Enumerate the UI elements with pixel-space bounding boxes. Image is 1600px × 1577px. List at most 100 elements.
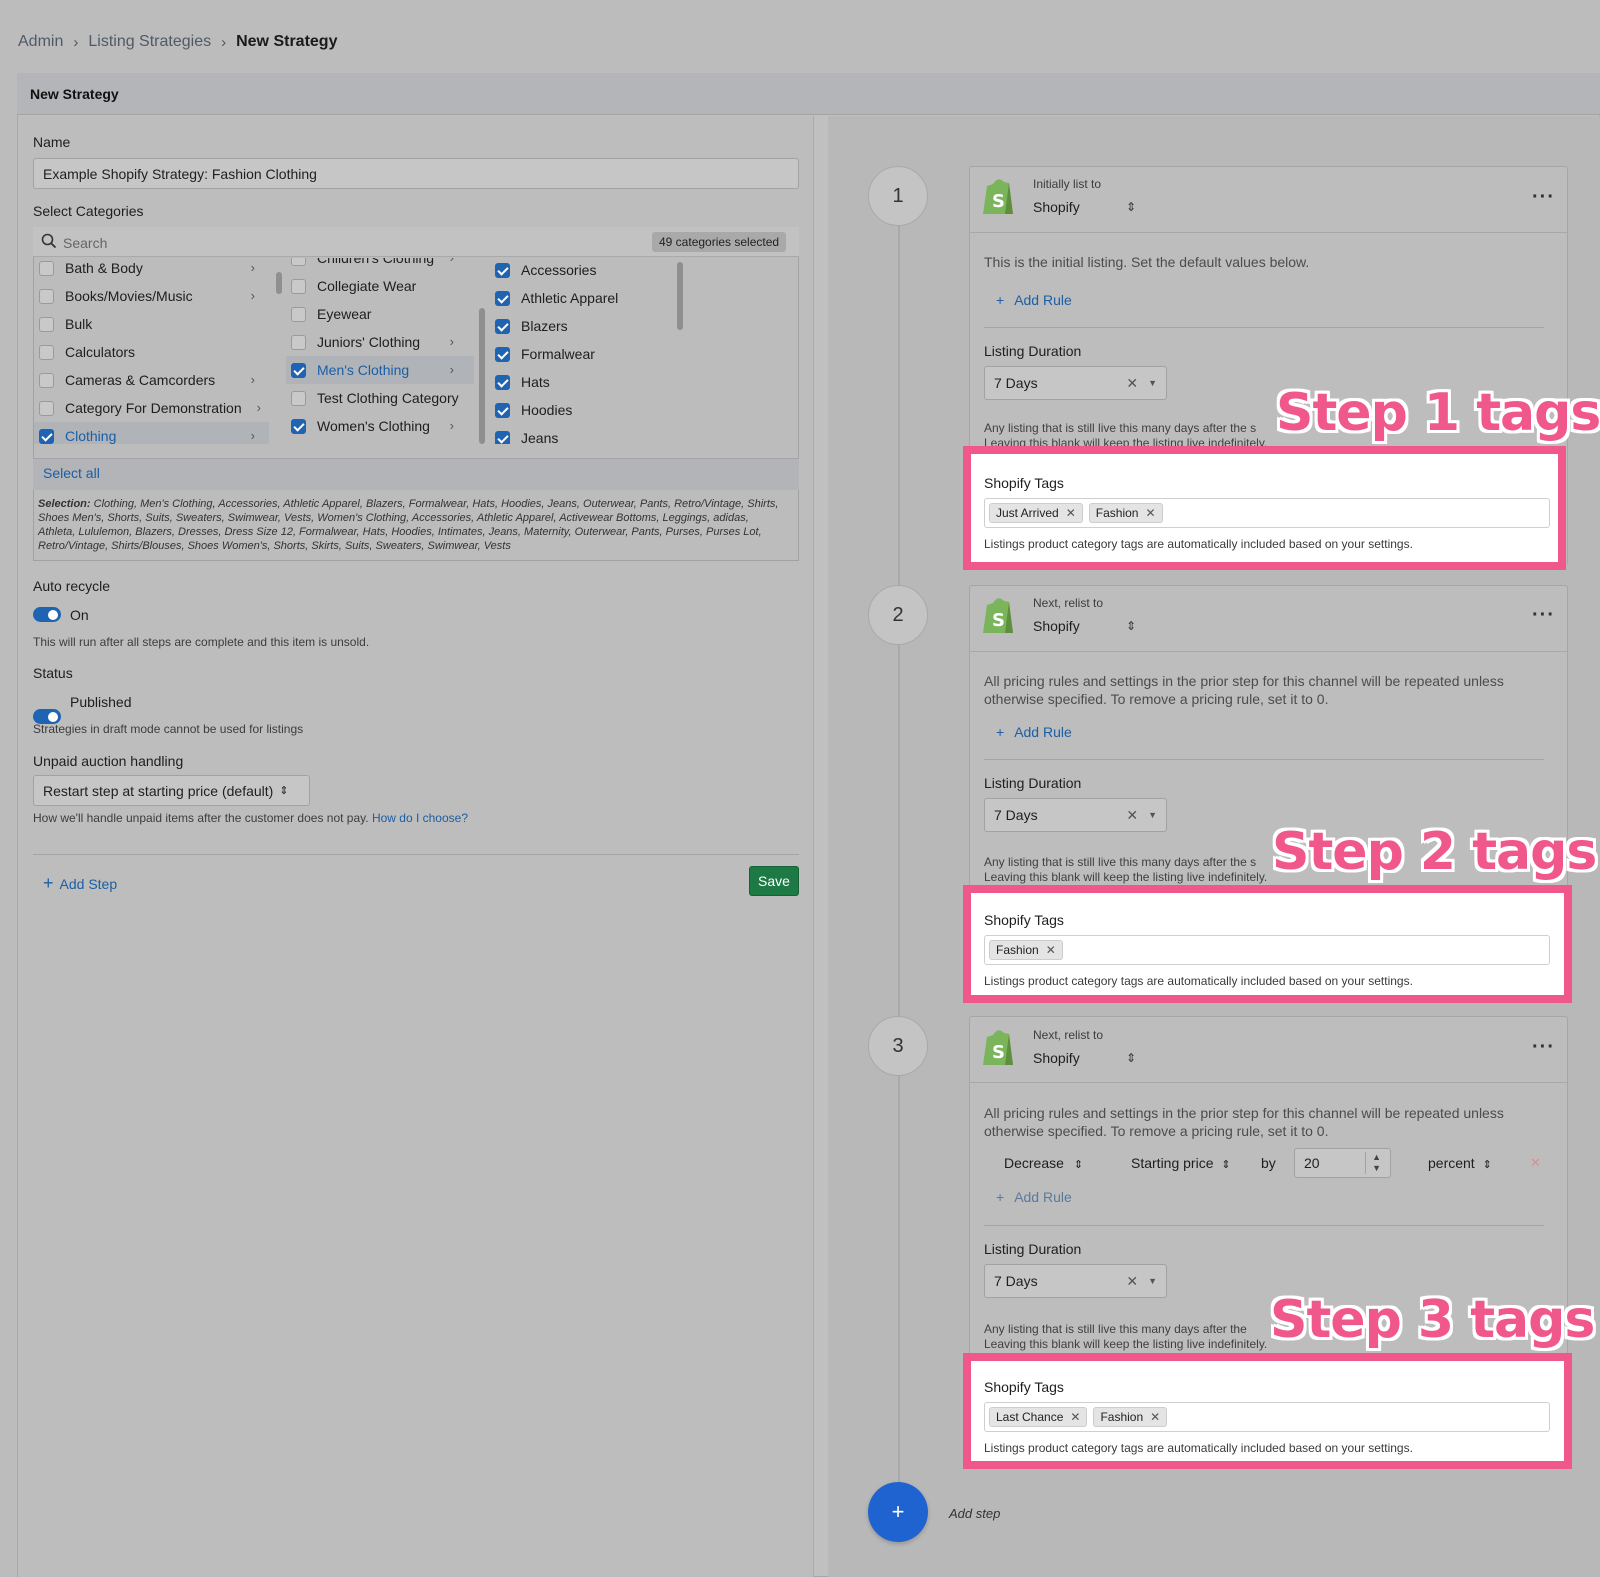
clear-icon[interactable]: ✕ bbox=[1126, 807, 1138, 824]
category-item[interactable]: Children's Clothing › bbox=[286, 258, 474, 272]
checkbox-checked[interactable] bbox=[291, 362, 306, 378]
checkbox[interactable] bbox=[291, 334, 306, 350]
checkbox-checked[interactable] bbox=[495, 374, 510, 390]
step-description: This is the initial listing. Set the def… bbox=[984, 254, 1310, 270]
remove-rule-icon[interactable]: ✕ bbox=[1530, 1155, 1541, 1171]
checkbox[interactable] bbox=[291, 278, 306, 294]
breadcrumb-admin[interactable]: Admin bbox=[18, 33, 63, 51]
category-item[interactable]: Accessories bbox=[490, 258, 674, 284]
scrollbar[interactable] bbox=[276, 272, 282, 294]
selection-label: Selection: bbox=[38, 498, 91, 510]
remove-tag-icon[interactable]: ✕ bbox=[1066, 506, 1076, 520]
select-all-link[interactable]: Select all bbox=[43, 465, 100, 481]
auto-recycle-toggle[interactable] bbox=[33, 607, 61, 622]
checkbox[interactable] bbox=[39, 344, 54, 360]
shopify-tags-input[interactable]: Last Chance ✕ Fashion ✕ bbox=[984, 1402, 1550, 1432]
checkbox-checked[interactable] bbox=[291, 418, 306, 434]
category-item[interactable]: Category For Demonstration › bbox=[34, 394, 269, 422]
rule-field-select[interactable]: Starting price ⇕ bbox=[1131, 1155, 1231, 1171]
add-rule-button[interactable]: + Add Rule bbox=[996, 1189, 1072, 1205]
checkbox-checked[interactable] bbox=[495, 402, 510, 418]
add-rule-button[interactable]: + Add Rule bbox=[996, 292, 1072, 308]
clear-icon[interactable]: ✕ bbox=[1126, 375, 1138, 392]
rule-action-select[interactable]: Decrease ⇕ bbox=[1004, 1155, 1083, 1171]
category-item[interactable]: Calculators bbox=[34, 338, 269, 366]
remove-tag-icon[interactable]: ✕ bbox=[1046, 943, 1056, 957]
channel-select[interactable]: Shopify bbox=[1033, 199, 1080, 215]
more-options-icon[interactable]: ··· bbox=[1532, 604, 1555, 627]
how-do-i-choose-link[interactable]: How do I choose? bbox=[372, 811, 468, 825]
remove-tag-icon[interactable]: ✕ bbox=[1070, 1410, 1080, 1424]
listing-duration-select[interactable]: 7 Days ✕ ▼ bbox=[984, 1264, 1167, 1298]
shopify-tags-input[interactable]: Fashion ✕ bbox=[984, 935, 1550, 965]
unpaid-label: Unpaid auction handling bbox=[33, 753, 184, 769]
checkbox[interactable] bbox=[39, 288, 54, 304]
checkbox[interactable] bbox=[291, 258, 306, 266]
add-step-fab[interactable]: + bbox=[868, 1482, 928, 1542]
category-item[interactable]: Eyewear bbox=[286, 300, 474, 328]
clear-icon[interactable]: ✕ bbox=[1126, 1273, 1138, 1290]
category-item[interactable]: Hats bbox=[490, 368, 674, 396]
category-item[interactable]: Hoodies bbox=[490, 396, 674, 424]
category-label: Clothing bbox=[65, 428, 117, 444]
listing-duration-label: Listing Duration bbox=[984, 1241, 1082, 1257]
breadcrumb: Admin › Listing Strategies › New Strateg… bbox=[18, 33, 337, 51]
remove-tag-icon[interactable]: ✕ bbox=[1150, 1410, 1160, 1424]
category-item[interactable]: Formalwear bbox=[490, 340, 674, 368]
checkbox-checked[interactable] bbox=[39, 428, 54, 444]
plus-icon: + bbox=[996, 1189, 1005, 1205]
listing-duration-select[interactable]: 7 Days ✕ ▼ bbox=[984, 366, 1167, 400]
breadcrumb-listing-strategies[interactable]: Listing Strategies bbox=[88, 33, 211, 51]
checkbox[interactable] bbox=[39, 260, 54, 276]
category-item-selected[interactable]: Clothing › bbox=[34, 422, 269, 444]
select-arrows-icon: ⇕ bbox=[1126, 619, 1137, 633]
add-rule-button[interactable]: + Add Rule bbox=[996, 724, 1072, 740]
more-options-icon[interactable]: ··· bbox=[1532, 186, 1555, 209]
scrollbar[interactable] bbox=[479, 308, 485, 444]
remove-tag-icon[interactable]: ✕ bbox=[1145, 506, 1155, 520]
category-item[interactable]: Bath & Body › bbox=[34, 258, 269, 282]
category-item[interactable]: Women's Clothing › bbox=[286, 412, 474, 440]
rule-amount-input[interactable]: 20 ▲ ▼ bbox=[1294, 1148, 1391, 1178]
category-item[interactable]: Bulk bbox=[34, 310, 269, 338]
category-item[interactable]: Athletic Apparel bbox=[490, 284, 674, 312]
step-1-callout: Step 1 tags bbox=[1276, 383, 1600, 443]
more-options-icon[interactable]: ··· bbox=[1532, 1036, 1555, 1059]
checkbox-checked[interactable] bbox=[495, 262, 510, 278]
category-item-selected[interactable]: Men's Clothing › bbox=[286, 356, 474, 384]
listing-duration-select[interactable]: 7 Days ✕ ▼ bbox=[984, 798, 1167, 832]
plus-icon: + bbox=[996, 724, 1005, 740]
step-number-1: 1 bbox=[868, 166, 928, 226]
category-label: Hoodies bbox=[521, 402, 573, 418]
name-input[interactable]: Example Shopify Strategy: Fashion Clothi… bbox=[33, 158, 799, 189]
chevron-down-icon[interactable]: ▼ bbox=[1372, 1163, 1381, 1174]
category-label: Hats bbox=[521, 374, 550, 390]
shopify-tags-input[interactable]: Just Arrived ✕ Fashion ✕ bbox=[984, 498, 1550, 528]
category-item[interactable]: Jeans bbox=[490, 424, 674, 444]
category-item[interactable]: Cameras & Camcorders › bbox=[34, 366, 269, 394]
add-step-button[interactable]: + Add Step bbox=[43, 873, 117, 894]
checkbox-checked[interactable] bbox=[495, 346, 510, 362]
checkbox-checked[interactable] bbox=[495, 290, 510, 306]
checkbox[interactable] bbox=[39, 372, 54, 388]
stepper-arrows[interactable]: ▲ ▼ bbox=[1365, 1152, 1381, 1174]
chevron-up-icon[interactable]: ▲ bbox=[1372, 1152, 1381, 1163]
category-item[interactable]: Collegiate Wear bbox=[286, 272, 474, 300]
channel-select[interactable]: Shopify bbox=[1033, 618, 1080, 634]
category-item[interactable]: Blazers bbox=[490, 312, 674, 340]
checkbox[interactable] bbox=[39, 400, 54, 416]
category-item[interactable]: Test Clothing Category bbox=[286, 384, 474, 412]
channel-select[interactable]: Shopify bbox=[1033, 1050, 1080, 1066]
category-item[interactable]: Books/Movies/Music › bbox=[34, 282, 269, 310]
checkbox[interactable] bbox=[291, 390, 306, 406]
rule-unit-select[interactable]: percent ⇕ bbox=[1428, 1155, 1492, 1171]
checkbox-checked[interactable] bbox=[495, 430, 510, 444]
scrollbar[interactable] bbox=[677, 262, 683, 330]
checkbox[interactable] bbox=[39, 316, 54, 332]
tag-label: Just Arrived bbox=[996, 506, 1059, 520]
category-item[interactable]: Juniors' Clothing › bbox=[286, 328, 474, 356]
unpaid-select[interactable]: Restart step at starting price (default)… bbox=[33, 775, 310, 806]
checkbox[interactable] bbox=[291, 306, 306, 322]
save-button[interactable]: Save bbox=[749, 866, 799, 896]
checkbox-checked[interactable] bbox=[495, 318, 510, 334]
